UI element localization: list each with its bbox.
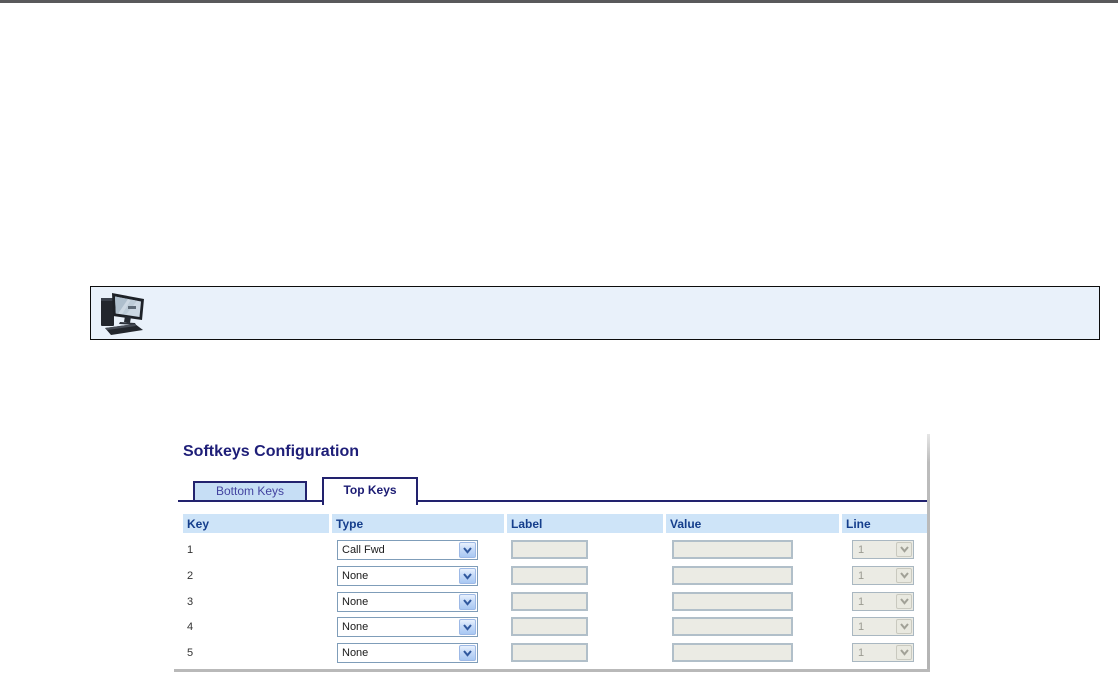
key-number: 3 [187,596,193,608]
note-box [90,286,1100,340]
type-select-value: None [342,596,368,608]
key-number: 4 [187,621,193,633]
chevron-down-icon [896,568,912,583]
line-select: 1 [852,566,914,585]
page: Softkeys Configuration Bottom Keys Top K… [0,0,1118,681]
label-input [511,540,588,559]
key-number: 2 [187,570,193,582]
tab-underline [178,500,927,502]
column-header-value: Value [666,514,839,533]
top-divider [0,0,1118,3]
page-title: Softkeys Configuration [183,443,359,461]
type-select-value: None [342,621,368,633]
panel-bottom-border [174,669,930,672]
type-select-value: None [342,570,368,582]
chevron-down-icon [896,542,912,557]
value-input [672,540,793,559]
type-select[interactable]: None [337,643,478,663]
chevron-down-icon [896,619,912,634]
chevron-down-icon[interactable] [459,645,476,661]
label-input [511,643,588,662]
column-header-line: Line [842,514,927,533]
column-header-type: Type [332,514,504,533]
type-select-value: None [342,647,368,659]
chevron-down-icon[interactable] [459,594,476,610]
key-number: 1 [187,544,193,556]
softkey-row-5: 5 None 1 [0,643,1118,664]
line-select-value: 1 [858,621,864,633]
tab-top-keys[interactable]: Top Keys [322,477,418,505]
line-select-value: 1 [858,544,864,556]
chevron-down-icon[interactable] [459,542,476,558]
line-select: 1 [852,592,914,611]
type-select[interactable]: None [337,617,478,637]
line-select-value: 1 [858,570,864,582]
column-header-key: Key [183,514,329,533]
softkey-row-1: 1 Call Fwd 1 [0,540,1118,561]
tab-bottom-keys[interactable]: Bottom Keys [193,481,307,502]
chevron-down-icon[interactable] [459,568,476,584]
line-select-value: 1 [858,596,864,608]
key-number: 5 [187,647,193,659]
label-input [511,617,588,636]
value-input [672,592,793,611]
line-select-value: 1 [858,647,864,659]
value-input [672,643,793,662]
softkey-row-2: 2 None 1 [0,566,1118,587]
tab-top-keys-label: Top Keys [343,483,396,497]
chevron-down-icon [896,645,912,660]
chevron-down-icon[interactable] [459,619,476,635]
softkey-row-4: 4 None 1 [0,617,1118,638]
type-select[interactable]: None [337,592,478,612]
chevron-down-icon [896,594,912,609]
computer-icon [98,290,150,337]
line-select: 1 [852,540,914,559]
label-input [511,566,588,585]
line-select: 1 [852,617,914,636]
softkey-row-3: 3 None 1 [0,592,1118,613]
value-input [672,617,793,636]
column-header-label: Label [507,514,663,533]
type-select[interactable]: None [337,566,478,586]
type-select-value: Call Fwd [342,544,385,556]
type-select[interactable]: Call Fwd [337,540,478,560]
label-input [511,592,588,611]
value-input [672,566,793,585]
tab-bottom-keys-label: Bottom Keys [216,484,284,498]
line-select: 1 [852,643,914,662]
